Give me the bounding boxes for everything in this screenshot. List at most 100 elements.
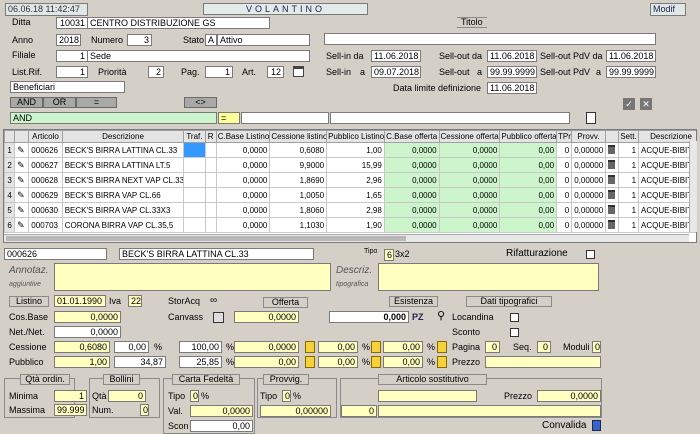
cessione-pct-input[interactable]: 0,00 xyxy=(114,341,149,353)
edit-row-icon[interactable]: ✎ xyxy=(14,217,30,233)
trash-icon[interactable] xyxy=(604,157,619,173)
pagina-input[interactable]: 0 xyxy=(485,341,500,353)
cell-descrizione[interactable]: BECK'S BIRRA LATTINA LT.5 xyxy=(61,157,185,173)
col-header[interactable]: TPr xyxy=(556,130,573,143)
col-header[interactable]: Pubblico Listino xyxy=(326,130,385,143)
cell-descrizione[interactable]: BECK'S BIRRA VAP CL.66 xyxy=(61,187,185,203)
as-code-input[interactable]: 0 xyxy=(341,405,377,417)
edit-row-icon[interactable]: ✎ xyxy=(14,157,30,173)
equals-button[interactable]: = xyxy=(76,97,117,108)
edit-row-icon[interactable]: ✎ xyxy=(14,172,30,188)
moduli-input[interactable]: 0 xyxy=(592,341,601,353)
cell-articolo[interactable]: 000627 xyxy=(28,157,63,173)
cessione-input[interactable]: 0,6080 xyxy=(54,341,110,353)
table-row[interactable]: 3 ✎ 000628 BECK'S BIRRA NEXT VAP CL.33X3 0,0… xyxy=(4,172,696,188)
and-button[interactable]: AND xyxy=(10,97,43,108)
cell-articolo[interactable]: 000630 xyxy=(28,202,63,218)
cell-traf[interactable] xyxy=(183,202,206,218)
tag-icon[interactable] xyxy=(305,356,315,368)
trash-icon[interactable] xyxy=(604,202,619,218)
cell-cessione-offerta[interactable]: 0,0000 xyxy=(438,217,501,233)
col-header[interactable]: Traf. xyxy=(183,130,206,143)
cell-r[interactable] xyxy=(204,187,217,203)
cell-tpr[interactable]: 0 xyxy=(556,202,573,218)
pv-val-input[interactable]: 0,00000 xyxy=(260,405,331,417)
pubblico-offerta-input[interactable]: 0,00 xyxy=(234,356,299,368)
cell-cessione-offerta[interactable]: 0,0000 xyxy=(438,157,501,173)
cell-traf[interactable] xyxy=(183,157,206,173)
massima-input[interactable]: 99.999 xyxy=(54,404,87,416)
filter-eq-field[interactable]: = xyxy=(218,112,240,124)
tag-icon[interactable] xyxy=(305,341,315,353)
cf-val-input[interactable]: 0,0000 xyxy=(190,405,253,417)
seq-input[interactable]: 0 xyxy=(537,341,551,353)
canvass-icon[interactable] xyxy=(213,312,224,323)
canvass-input[interactable]: 0,0000 xyxy=(234,311,299,323)
sellout-a-input[interactable]: 99.99.9999 xyxy=(487,66,537,78)
convalida-checkbox[interactable] xyxy=(592,420,601,431)
table-row[interactable]: 4 ✎ 000629 BECK'S BIRRA VAP CL.66 0,0000 1,00… xyxy=(4,187,696,203)
cell-articolo[interactable]: 000629 xyxy=(28,187,63,203)
iva-input[interactable]: 22 xyxy=(128,295,142,307)
cell-cbase-offerta[interactable]: 0,0000 xyxy=(383,202,440,218)
cell-provv[interactable]: 0,00000 xyxy=(571,187,606,203)
close-icon[interactable]: ✕ xyxy=(640,98,652,110)
trash-icon[interactable] xyxy=(604,187,619,203)
pv-tipo-input[interactable]: 0 xyxy=(282,390,291,402)
grid-vscrollbar[interactable] xyxy=(689,141,697,232)
tag-icon[interactable] xyxy=(437,341,447,353)
cell-pubblico-offerta[interactable]: 0,00 xyxy=(499,142,558,158)
col-header[interactable]: Provv. xyxy=(571,130,606,143)
cell-tpr[interactable]: 0 xyxy=(556,217,573,233)
listrif-input[interactable]: 1 xyxy=(56,66,88,78)
ditta-code-input[interactable]: 10031 xyxy=(56,17,88,29)
cell-cessione-offerta[interactable]: 0,0000 xyxy=(438,187,501,203)
cell-traf[interactable] xyxy=(183,217,206,233)
listino-date-input[interactable]: 01.01.1990 xyxy=(54,295,106,307)
table-row[interactable]: 2 ✎ 000627 BECK'S BIRRA LATTINA LT.5 0,0000 9… xyxy=(4,157,696,173)
cell-articolo[interactable]: 000703 xyxy=(28,217,63,233)
edit-row-icon[interactable]: ✎ xyxy=(14,202,30,218)
cell-cessione-offerta[interactable]: 0,0000 xyxy=(438,172,501,188)
not-equals-button[interactable]: <> xyxy=(184,97,217,108)
col-header[interactable]: Articolo xyxy=(28,130,63,143)
cell-descrizione[interactable]: CORONA BIRRA VAP CL.35,5 xyxy=(61,217,185,233)
cell-r[interactable] xyxy=(204,202,217,218)
trash-icon[interactable] xyxy=(604,142,619,158)
cell-traf[interactable] xyxy=(183,187,206,203)
cell-cbase-offerta[interactable]: 0,0000 xyxy=(383,142,440,158)
as-name-input[interactable] xyxy=(378,405,601,417)
cf-tipo-input[interactable]: 0 xyxy=(190,390,199,402)
cell-tpr[interactable]: 0 xyxy=(556,187,573,203)
bollini-num-input[interactable]: 0 xyxy=(140,404,149,416)
datalimite-input[interactable]: 11.06.2018 xyxy=(487,82,537,94)
filiale-code-input[interactable]: 1 xyxy=(56,50,88,62)
cell-r[interactable] xyxy=(204,172,217,188)
trash-icon[interactable] xyxy=(604,217,619,233)
tag-icon[interactable] xyxy=(371,341,381,353)
table-row[interactable]: 5 ✎ 000630 BECK'S BIRRA VAP CL.33X3 0,0000 1,… xyxy=(4,202,696,218)
cell-descrizione[interactable]: BECK'S BIRRA LATTINA CL.33 xyxy=(61,142,185,158)
cell-pubblico-offerta[interactable]: 0,00 xyxy=(499,187,558,203)
cell-provv[interactable]: 0,00000 xyxy=(571,157,606,173)
minima-input[interactable]: 1 xyxy=(54,390,87,402)
col-header[interactable]: R xyxy=(204,130,217,143)
cell-provv[interactable]: 0,00000 xyxy=(571,142,606,158)
cell-pubblico-offerta[interactable]: 0,00 xyxy=(499,172,558,188)
pubblico-input[interactable]: 1,00 xyxy=(54,356,110,368)
pubblico-offerta3-input[interactable]: 0,00 xyxy=(383,356,423,368)
descriz-textarea[interactable] xyxy=(378,263,599,291)
cell-descrizione[interactable]: BECK'S BIRRA NEXT VAP CL.33X3 xyxy=(61,172,185,188)
cell-cbase-offerta[interactable]: 0,0000 xyxy=(383,172,440,188)
artsost-desc-input[interactable] xyxy=(378,390,477,402)
cell-provv[interactable]: 0,00000 xyxy=(571,172,606,188)
col-header[interactable]: Pubblico offerta xyxy=(499,130,558,143)
pubblico-offerta2-input[interactable]: 0,00 xyxy=(318,356,358,368)
document-edit-icon[interactable] xyxy=(586,112,596,124)
table-row[interactable]: 6 ✎ 000703 CORONA BIRRA VAP CL.35,5 0,0000 1,… xyxy=(4,217,696,233)
col-header[interactable]: Cessione listino xyxy=(269,130,328,143)
tag-icon[interactable] xyxy=(371,356,381,368)
cell-articolo[interactable]: 000626 xyxy=(28,142,63,158)
filter-value2[interactable] xyxy=(330,112,570,124)
as-prezzo-input[interactable]: 0,0000 xyxy=(537,390,601,402)
